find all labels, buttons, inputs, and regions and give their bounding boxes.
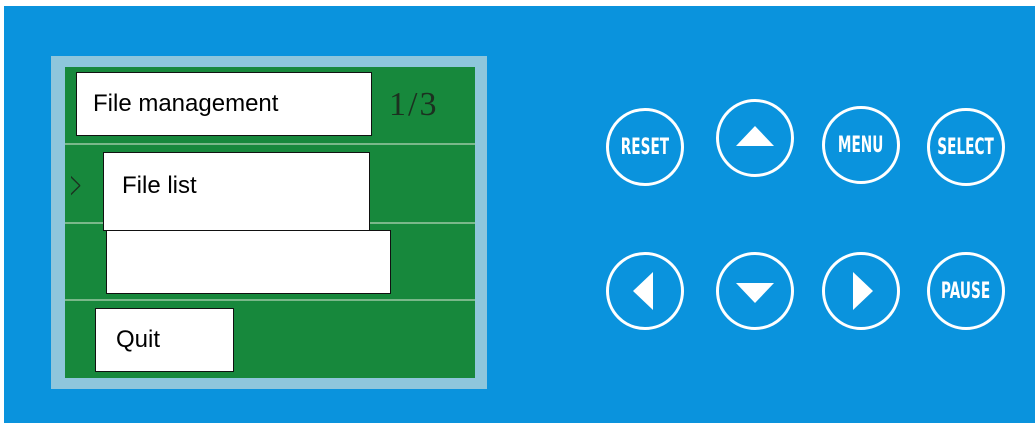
up-button[interactable] bbox=[716, 99, 794, 177]
arrow-up-icon bbox=[736, 126, 774, 146]
menu-label: MENU bbox=[838, 132, 884, 158]
lcd-row-divider bbox=[65, 143, 475, 145]
reset-button[interactable]: RESET bbox=[606, 108, 684, 186]
reset-label: RESET bbox=[620, 134, 670, 160]
right-button[interactable] bbox=[822, 252, 900, 330]
down-button[interactable] bbox=[716, 252, 794, 330]
select-label: SELECT bbox=[937, 134, 995, 160]
page-indicator: 1/3 bbox=[389, 86, 439, 123]
select-button[interactable]: SELECT bbox=[927, 108, 1005, 186]
left-button[interactable] bbox=[606, 252, 684, 330]
menu-item-quit[interactable]: Quit bbox=[95, 308, 234, 372]
screen-title: File management bbox=[76, 72, 372, 136]
pause-button[interactable]: PAUSE bbox=[927, 252, 1005, 330]
arrow-right-icon bbox=[853, 272, 873, 310]
arrow-down-icon bbox=[736, 283, 774, 303]
pause-label: PAUSE bbox=[941, 278, 991, 304]
menu-button[interactable]: MENU bbox=[822, 106, 900, 184]
arrow-left-icon bbox=[633, 272, 653, 310]
selection-cursor: > bbox=[70, 163, 82, 208]
menu-item-blank[interactable] bbox=[106, 230, 391, 294]
lcd-row-divider bbox=[65, 299, 475, 301]
menu-item-file-list[interactable]: File list bbox=[103, 152, 370, 231]
